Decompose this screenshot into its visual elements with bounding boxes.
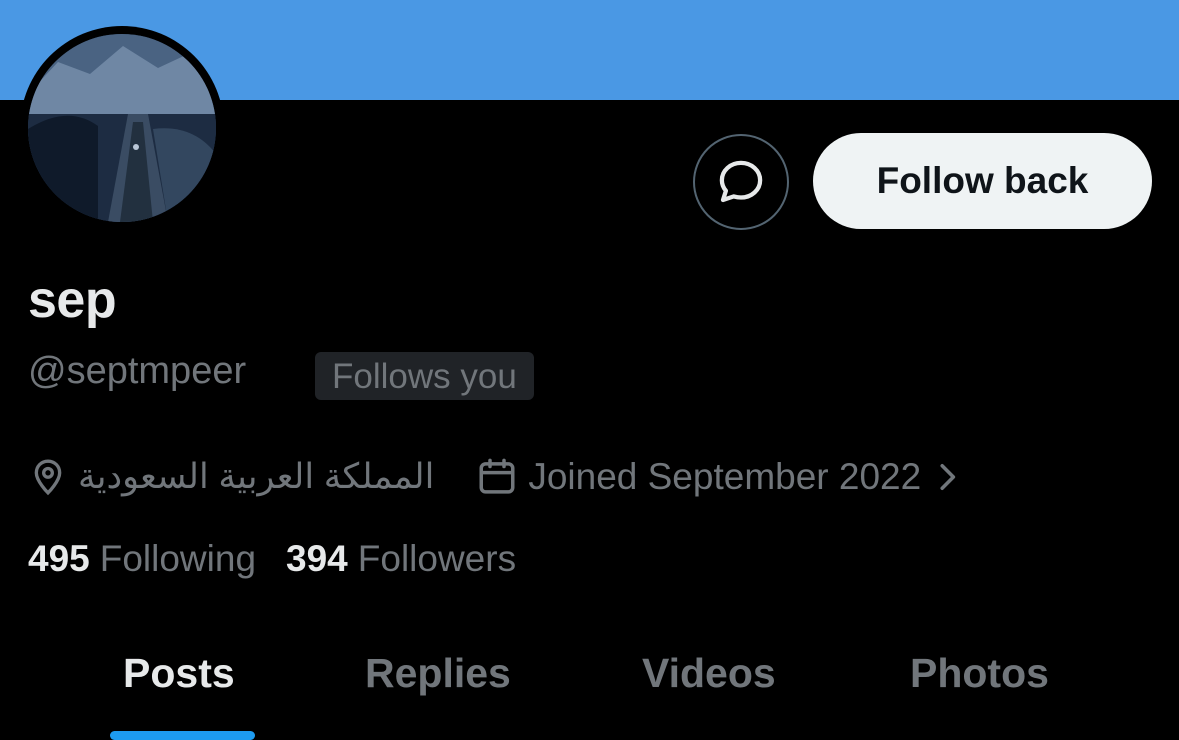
follow-stats: 495 Following 394 Followers [28,538,516,580]
following-count: 495 [28,538,90,579]
followers-label: Followers [357,538,517,579]
username-handle: @septmpeer [28,350,247,392]
follows-you-badge: Follows you [315,352,534,400]
followers-count: 394 [286,538,348,579]
avatar[interactable] [28,34,216,222]
followers-link[interactable]: 394 Followers [286,538,516,580]
avatar-photo [28,34,216,222]
calendar-icon [476,456,518,498]
following-link[interactable]: 495 Following [28,538,256,580]
tab-posts[interactable]: Posts [123,650,235,697]
tab-replies[interactable]: Replies [365,650,511,697]
message-bubble-icon [719,160,763,203]
chevron-right-icon[interactable] [935,461,959,493]
tab-photos[interactable]: Photos [910,650,1049,697]
follow-back-button[interactable]: Follow back [813,133,1152,229]
joined-date[interactable]: Joined September 2022 [528,456,921,498]
location-pin-icon [28,456,68,498]
active-tab-indicator [110,731,255,740]
avatar-frame [20,26,224,230]
location-text: المملكة العربية السعودية [78,457,435,496]
tab-videos[interactable]: Videos [642,650,776,697]
display-name: sep [28,271,117,329]
profile-meta-row: المملكة العربية السعودية Joined Septembe… [28,450,959,504]
following-label: Following [99,538,257,579]
message-button[interactable] [693,134,789,230]
